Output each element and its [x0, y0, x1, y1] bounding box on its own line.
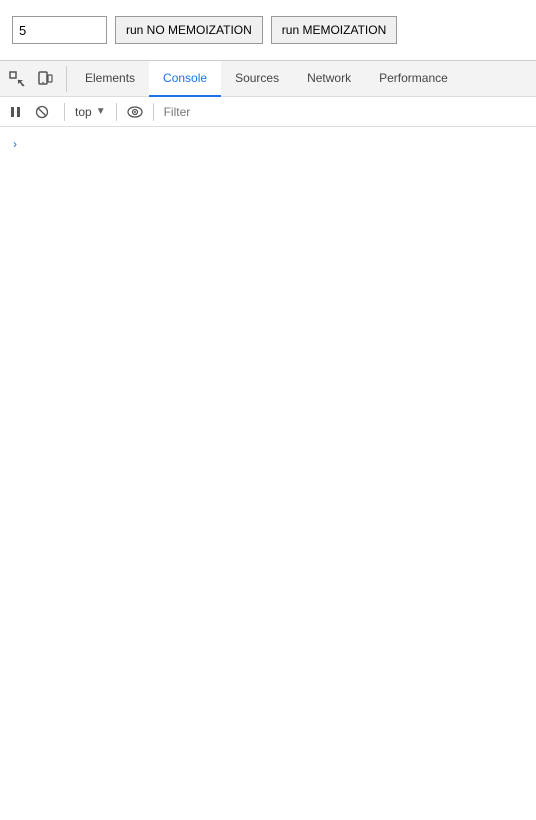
tab-elements[interactable]: Elements: [71, 61, 149, 97]
devtools-panel: Elements Console Sources Network Perform…: [0, 60, 536, 820]
tab-console[interactable]: Console: [149, 61, 221, 97]
toolbar-divider-3: [153, 103, 154, 121]
page-content: 5 run NO MEMOIZATION run MEMOIZATION: [0, 0, 536, 60]
context-selector[interactable]: top ▼: [69, 101, 112, 123]
devtools-tabs: Elements Console Sources Network Perform…: [71, 61, 462, 97]
run-memo-button[interactable]: run MEMOIZATION: [271, 16, 397, 44]
devtools-toolbar: Elements Console Sources Network Perform…: [0, 61, 536, 97]
console-messages-icon[interactable]: [4, 100, 28, 124]
console-expand-arrow[interactable]: ›: [8, 137, 22, 151]
filter-input[interactable]: [158, 105, 532, 119]
console-content: ›: [0, 127, 536, 820]
toolbar-divider: [64, 103, 65, 121]
watch-expressions-icon[interactable]: [123, 100, 147, 124]
tab-network[interactable]: Network: [293, 61, 365, 97]
console-left-icons: [4, 100, 60, 124]
tab-performance[interactable]: Performance: [365, 61, 462, 97]
console-toolbar: top ▼: [0, 97, 536, 127]
clear-console-icon[interactable]: [30, 100, 54, 124]
devtools-left-icons: [4, 66, 67, 92]
device-icon[interactable]: [32, 66, 58, 92]
number-input[interactable]: 5: [12, 16, 107, 44]
inspect-icon[interactable]: [4, 66, 30, 92]
context-dropdown-arrow: ▼: [96, 106, 106, 117]
run-no-memo-button[interactable]: run NO MEMOIZATION: [115, 16, 263, 44]
toolbar-divider-2: [116, 103, 117, 121]
tab-sources[interactable]: Sources: [221, 61, 293, 97]
context-value: top: [75, 105, 92, 119]
